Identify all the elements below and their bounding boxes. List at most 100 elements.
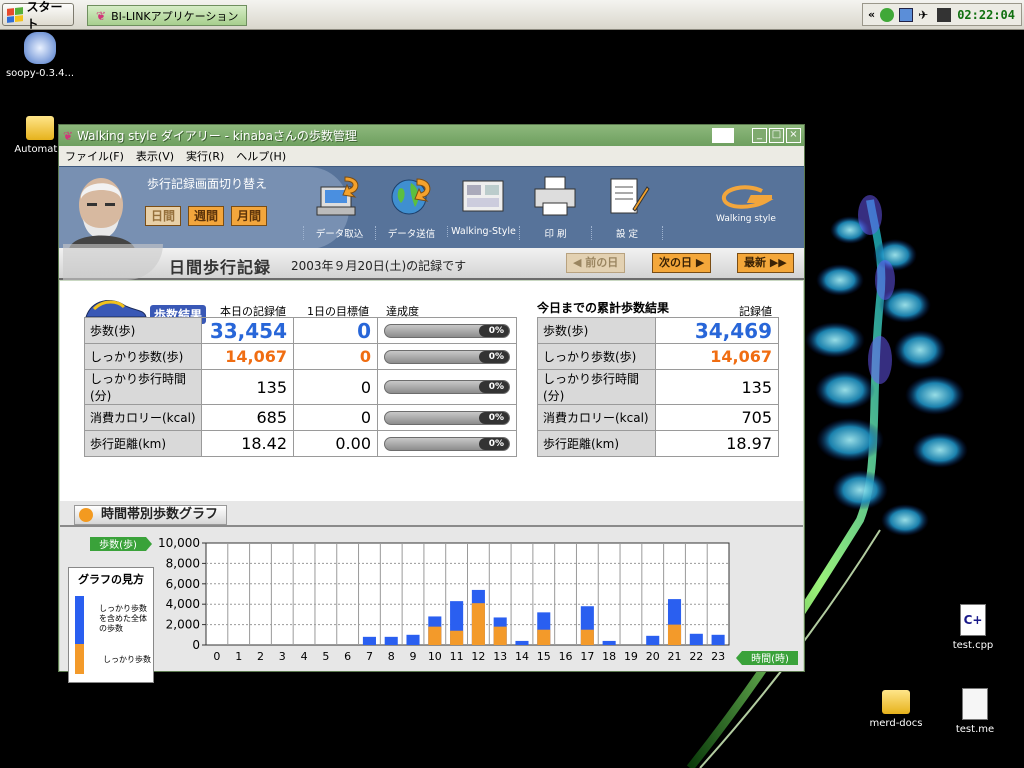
rate-bar: 0% [384,323,510,338]
butterfly-app-icon: ❦ [96,8,107,23]
target-value: 0 [293,404,378,431]
send-data-button[interactable]: データ送信 [375,169,447,247]
menu-help[interactable]: ヘルプ(H) [236,148,286,164]
x-tick-label: 3 [279,650,286,663]
y-tick-label: 6,000 [166,577,200,591]
prev-day-button[interactable]: ◀ 前の日 [566,253,626,273]
y-tick-label: 8,000 [166,556,200,570]
desktop-icon-soopy[interactable]: soopy-0.3.4... [0,32,80,79]
x-tick-label: 10 [428,650,442,663]
daily-results-table: 歩数(歩) 33,454 0 0% しっかり歩数(歩) 14,067 0 0% しっかり歩行時間… [84,317,517,457]
cumulative-value: 14,067 [655,343,779,370]
hourly-graph-area: 時間帯別歩数グラフ グラフの見方 しっかり歩数を含めた全体の歩数 しっかり歩数 … [60,501,803,683]
apple-icon[interactable] [880,7,895,22]
mini-mode-icon[interactable] [712,128,734,143]
next-day-button[interactable]: 次の日 ▶ [652,253,712,273]
plane-icon[interactable]: ✈ [918,8,932,22]
import-data-button[interactable]: データ取込 [303,169,375,247]
metric-label: しっかり歩行時間(分) [84,369,202,405]
send-data-label: データ送信 [375,226,447,240]
weekly-view-button[interactable]: 週間 [188,206,225,226]
cumulative-row: 歩行距離(km) 18.97 [537,430,779,457]
walking-style-label: Walking-Style [447,226,519,237]
x-tick-label: 21 [668,650,682,663]
rate-bar: 0% [384,380,510,394]
view-switch-title: 歩行記録画面切り替え [147,177,268,191]
bar-total [406,634,420,645]
butterfly-app-icon: ❦ [63,128,74,143]
desktop-icon-label: soopy-0.3.4... [5,68,75,79]
menu-file[interactable]: ファイル(F) [65,148,124,164]
title-bar[interactable]: ❦ Walking style ダイアリー - kinabaさんの歩数管理 _ … [59,125,804,146]
content-panel: 歩数結果 本日の記録値 1日の目標値 達成度 歩数(歩) 33,454 0 0% しっか… [60,281,803,683]
minimize-button[interactable]: _ [752,128,767,143]
daily-view-button[interactable]: 日間 [145,206,182,226]
rate-cell: 0% [377,317,517,344]
rate-label: 0% [488,325,504,336]
rate-bar: 0% [384,349,510,364]
today-value: 135 [201,369,294,405]
rate-label: 0% [488,412,504,423]
folder-shortcut-icon [882,690,910,714]
bar-firm [450,630,464,645]
x-tick-label: 23 [711,650,725,663]
x-tick-label: 5 [322,650,329,663]
x-tick-label: 18 [602,650,616,663]
y-tick-label: 10,000 [158,536,200,550]
page-title: 日間歩行記録 [169,258,272,277]
x-tick-label: 2 [257,650,264,663]
taskbar-app-button[interactable]: ❦ BI-LINKアプリケーション [87,5,247,26]
latest-button[interactable]: 最新 ▶▶ [737,253,794,273]
walking-style-button[interactable]: Walking-Style [447,169,519,247]
tray-expand-button[interactable]: « [868,8,875,21]
rate-cell: 0% [377,430,517,457]
settings-button[interactable]: 設 定 [591,169,663,247]
target-value: 0 [293,343,378,370]
desktop-icon-test-me[interactable]: test.me [935,688,1015,735]
hourly-steps-chart: 02,0004,0006,0008,00010,0000 1 2 3 4 5 6 7 8 9 10 1… [90,536,798,665]
date-bar: 日間歩行記録 2003年９月20日(土)の記録です ◀ 前の日 次の日 ▶ 最新… [59,244,804,280]
walking-style-logo-text: Walking style [716,214,776,224]
x-tick-label: 11 [450,650,464,663]
x-tick-label: 8 [388,650,395,663]
cumulative-row: しっかり歩数(歩) 14,067 [537,343,779,370]
print-button[interactable]: 印 刷 [519,169,591,247]
monthly-view-button[interactable]: 月間 [231,206,268,226]
bar-firm [493,626,507,645]
x-tick-label: 16 [559,650,573,663]
menu-view[interactable]: 表示(V) [136,148,174,164]
soopy-icon [24,32,56,64]
rate-label: 0% [488,438,504,449]
menu-run[interactable]: 実行(R) [186,148,224,164]
bar-total [711,634,725,645]
volume-icon[interactable] [937,7,952,22]
bar-total [362,636,376,645]
x-tick-label: 0 [213,650,220,663]
start-button[interactable]: スタート [2,0,74,31]
cumulative-value: 705 [655,404,779,431]
system-tray: « ✈ 02:22:04 [862,3,1022,26]
globe-send-icon [391,178,431,215]
taskbar-app-label: BI-LINKアプリケーション [111,9,239,23]
bar-total [384,636,398,645]
desktop-icon-test-cpp[interactable]: C+ test.cpp [933,604,1013,651]
cumulative-results-table: 歩数(歩) 34,469 しっかり歩数(歩) 14,067 しっかり歩行時間(分) 135… [537,317,779,457]
close-button[interactable]: × [786,128,801,143]
desktop-icon-merd-docs[interactable]: merd-docs [856,690,936,729]
metric-label: 歩数(歩) [537,317,656,344]
cumulative-row: 消費カロリー(kcal) 705 [537,404,779,431]
clock: 02:22:04 [957,7,1015,22]
prev-day-label: 前の日 [585,256,619,269]
daily-results-row: 歩行距離(km) 18.42 0.00 0% [84,430,517,457]
y-tick-label: 2,000 [166,618,200,632]
cumulative-value: 135 [655,369,779,405]
x-tick-label: 15 [537,650,551,663]
rate-cell: 0% [377,369,517,405]
metric-label: しっかり歩数(歩) [84,343,202,370]
window-tray-icon[interactable] [899,7,914,22]
bar-total [602,640,616,645]
bar-total [646,635,660,645]
today-value: 33,454 [201,317,294,344]
today-value: 685 [201,404,294,431]
maximize-button[interactable]: □ [769,128,784,143]
